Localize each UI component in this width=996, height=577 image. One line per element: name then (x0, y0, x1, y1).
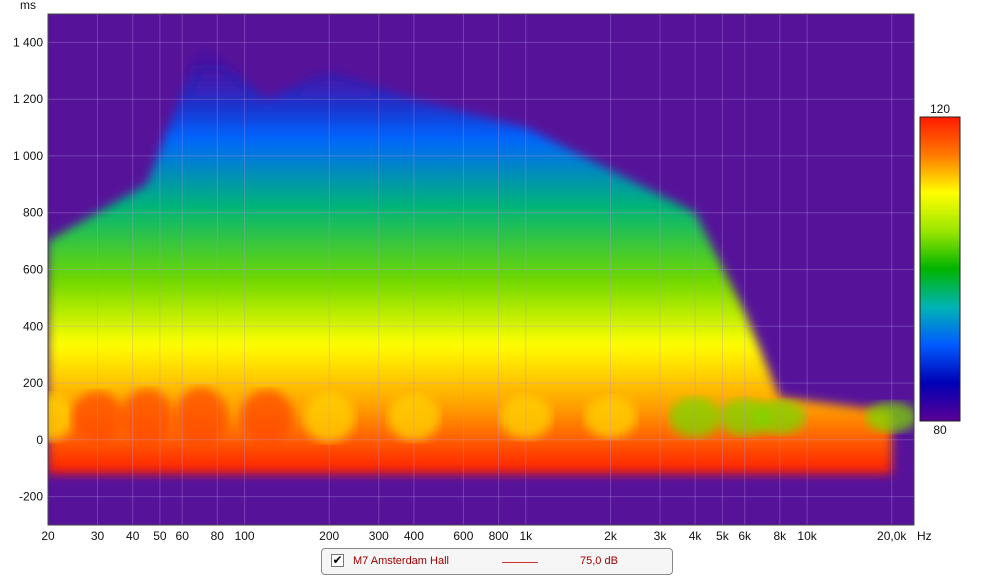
series-line-swatch (502, 562, 538, 563)
series-name: M7 Amsterdam Hall (353, 555, 449, 567)
x-tick-label: 8k (773, 529, 787, 543)
level-cell (121, 388, 173, 446)
x-tick-label: 10k (797, 529, 817, 543)
x-tick-label: 300 (369, 529, 389, 543)
x-tick-label: 200 (319, 529, 339, 543)
y-tick-label: 1 200 (13, 92, 43, 106)
colorbar-min-label: 80 (933, 423, 947, 437)
y-tick-label: 1 400 (13, 35, 43, 49)
legend: ✔ M7 Amsterdam Hall 75,0 dB (321, 548, 673, 575)
series-checkbox[interactable]: ✔ (331, 554, 344, 567)
x-tick-label: 60 (176, 529, 190, 543)
x-tick-label: 5k (716, 529, 730, 543)
x-tick-label: 3k (654, 529, 668, 543)
x-tick-label: 100 (235, 529, 255, 543)
series-level: 75,0 dB (580, 555, 618, 567)
x-tick-label: 1k (519, 529, 533, 543)
y-tick-label: 1 000 (13, 149, 43, 163)
y-tick-label: 400 (23, 319, 43, 333)
x-tick-label: 2k (604, 529, 618, 543)
y-tick-label: 0 (36, 433, 43, 447)
x-tick-label: 6k (738, 529, 752, 543)
y-tick-label: 600 (23, 263, 43, 277)
x-tick-label: 4k (689, 529, 703, 543)
x-tick-label: 600 (453, 529, 473, 543)
level-cell (175, 387, 227, 448)
y-tick-label: 200 (23, 376, 43, 390)
x-tick-label: 800 (489, 529, 509, 543)
colorbar: 120 80 (919, 102, 961, 437)
colorbar-max-label: 120 (930, 102, 950, 116)
y-tick-label: -200 (19, 490, 43, 504)
x-axis: 20 30 40 50 60 80 100 200 300 400 600 800 1k 2k 3k 4k 5k… (41, 529, 907, 543)
x-tick-label: 80 (211, 529, 225, 543)
x-tick-label: 400 (404, 529, 424, 543)
x-axis-unit: Hz (917, 529, 932, 543)
spectrogram-chart: 20 30 40 50 60 80 100 200 300 400 600 800 1k 2k 3k 4k 5k… (13, 0, 961, 543)
x-tick-label: 30 (91, 529, 105, 543)
x-tick-label: 20 (41, 529, 55, 543)
y-axis-unit: ms (20, 0, 36, 12)
y-axis: -200 0 200 400 600 800 1 000 1 200 1 400 (13, 35, 43, 503)
x-tick-label: 20,0k (877, 529, 907, 543)
level-cell (240, 389, 293, 445)
y-tick-label: 800 (23, 206, 43, 220)
x-tick-label: 50 (153, 529, 167, 543)
x-tick-label: 40 (126, 529, 140, 543)
colorbar-gradient (919, 116, 961, 422)
